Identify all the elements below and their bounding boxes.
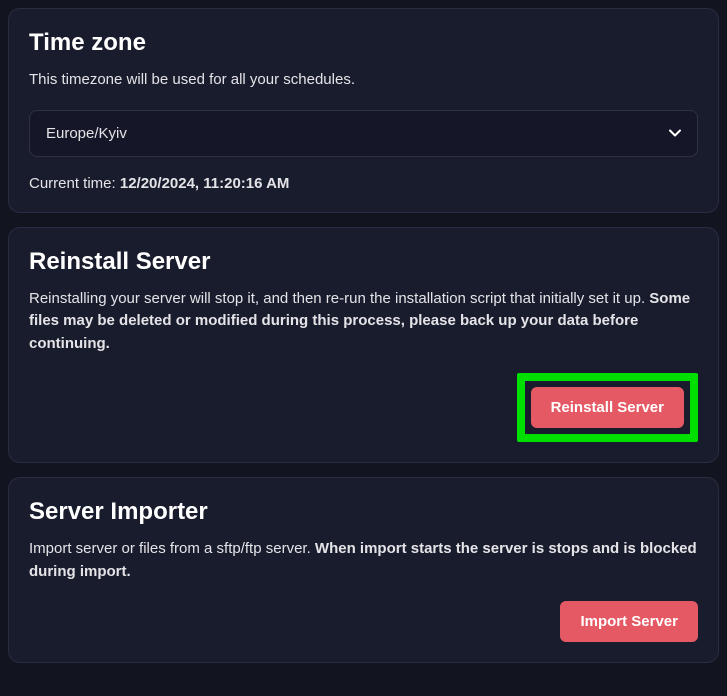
current-time: Current time: 12/20/2024, 11:20:16 AM: [29, 175, 698, 192]
current-time-value: 12/20/2024, 11:20:16 AM: [120, 175, 290, 192]
timezone-description: This timezone will be used for all your …: [29, 69, 698, 92]
timezone-select[interactable]: Europe/Kyiv: [29, 110, 698, 157]
timezone-title: Time zone: [29, 29, 698, 57]
reinstall-title: Reinstall Server: [29, 248, 698, 276]
timezone-card: Time zone This timezone will be used for…: [8, 8, 719, 213]
chevron-down-icon: [669, 127, 681, 139]
importer-description: Import server or files from a sftp/ftp s…: [29, 538, 698, 583]
importer-card: Server Importer Import server or files f…: [8, 477, 719, 663]
reinstall-highlight: Reinstall Server: [517, 373, 698, 442]
reinstall-description: Reinstalling your server will stop it, a…: [29, 288, 698, 356]
reinstall-button[interactable]: Reinstall Server: [531, 387, 684, 428]
current-time-label: Current time:: [29, 175, 120, 192]
importer-footer: Import Server: [29, 601, 698, 642]
timezone-select-wrapper: Europe/Kyiv: [29, 110, 698, 157]
import-button[interactable]: Import Server: [560, 601, 698, 642]
importer-title: Server Importer: [29, 498, 698, 526]
reinstall-footer: Reinstall Server: [29, 373, 698, 442]
importer-desc-plain: Import server or files from a sftp/ftp s…: [29, 540, 315, 557]
reinstall-card: Reinstall Server Reinstalling your serve…: [8, 227, 719, 464]
reinstall-desc-plain: Reinstalling your server will stop it, a…: [29, 290, 649, 307]
timezone-select-value: Europe/Kyiv: [46, 125, 127, 142]
